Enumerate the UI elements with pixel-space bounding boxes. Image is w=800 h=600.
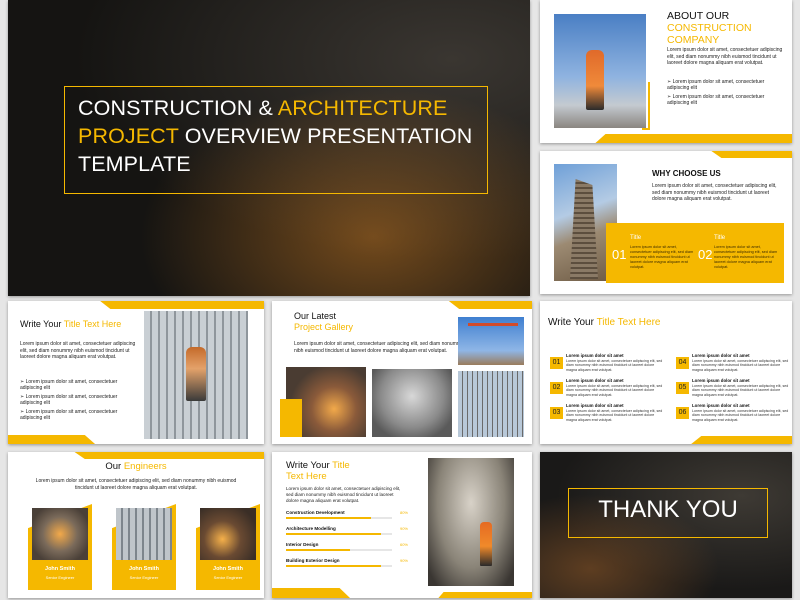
engineer-name: John Smith — [213, 566, 243, 572]
slide-engineers[interactable]: Our Engineers Lorem ipsum dolor sit amet… — [8, 452, 264, 598]
progress-percent: 90% — [399, 526, 408, 531]
slide-title[interactable]: CONSTRUCTION & ARCHITECTURE PROJECT OVER… — [8, 0, 530, 296]
progress-row: Building Exterior Design 90% — [286, 558, 408, 572]
progress-label: Interior Design — [286, 542, 319, 547]
photo-frame-accent — [642, 82, 650, 130]
why-item-text: Lorem ipsum dolor sit amet, consectetuer… — [630, 245, 694, 269]
item-title: Lorem ipsum dolor sit amet — [692, 353, 750, 358]
slide-body: Lorem ipsum dolor sit amet, consectetuer… — [20, 341, 136, 360]
item-title: Lorem ipsum dolor sit amet — [692, 403, 750, 408]
tunnel-photo — [372, 369, 452, 437]
item-title: Lorem ipsum dolor sit amet — [566, 353, 624, 358]
bottom-yellow-band — [595, 134, 792, 143]
slide-write-title-2[interactable]: Write Your Title Text Here 01 Lorem ipsu… — [540, 301, 792, 444]
item-text: Lorem ipsum dolor sit amet, consectetuer… — [566, 359, 663, 372]
progress-label: Construction Development — [286, 510, 345, 515]
rebar-site-photo — [458, 371, 524, 437]
numbered-item: 05 Lorem ipsum dolor sit amet Lorem ipsu… — [676, 378, 792, 402]
item-number-badge: 02 — [550, 382, 563, 394]
why-item-text: Lorem ipsum dolor sit amet, consectetuer… — [714, 245, 778, 269]
why-item-number: 02 — [698, 247, 713, 262]
item-title: Lorem ipsum dolor sit amet — [566, 378, 624, 383]
numbered-item: 02 Lorem ipsum dolor sit amet Lorem ipsu… — [550, 378, 666, 402]
engineer-card: John Smith Senior Engineer — [196, 504, 260, 590]
why-title: WHY CHOOSE US — [652, 169, 721, 178]
why-item-title: Title — [630, 235, 642, 241]
slide-write-title-1[interactable]: Write Your Title Text Here Lorem ipsum d… — [8, 301, 264, 444]
progress-label: Building Exterior Design — [286, 558, 340, 563]
thank-you-text: THANK YOU — [598, 496, 738, 523]
numbered-item: 06 Lorem ipsum dolor sit amet Lorem ipsu… — [676, 403, 792, 427]
gallery-yellow-accent — [280, 399, 302, 437]
surveyor-figure — [586, 50, 604, 110]
top-yellow-band — [8, 452, 264, 459]
about-title: ABOUT OUR CONSTRUCTION COMPANY — [667, 10, 752, 46]
gallery-body: Lorem ipsum dolor sit amet, consectetuer… — [294, 341, 464, 354]
slide-gallery[interactable]: Our Latest Project Gallery Lorem ipsum d… — [272, 301, 532, 444]
slide-why-choose[interactable]: WHY CHOOSE US Lorem ipsum dolor sit amet… — [540, 151, 792, 294]
main-title: CONSTRUCTION & ARCHITECTURE PROJECT OVER… — [78, 96, 473, 176]
item-title: Lorem ipsum dolor sit amet — [566, 403, 624, 408]
progress-row: Construction Development 80% — [286, 510, 408, 524]
item-text: Lorem ipsum dolor sit amet, consectetuer… — [566, 409, 663, 422]
slide-title: Write Your Title Text Here — [20, 319, 122, 329]
item-number-badge: 03 — [550, 407, 563, 419]
engineer-card: John Smith Senior Engineer — [112, 504, 176, 590]
progress-body: Lorem ipsum dolor sit amet, consectetuer… — [286, 486, 401, 503]
progress-percent: 80% — [399, 510, 408, 515]
item-number-badge: 04 — [676, 357, 689, 369]
engineer-role: Senior Engineer — [129, 575, 159, 580]
progress-fill — [286, 533, 382, 535]
railway-tunnel-photo — [428, 458, 514, 586]
about-bullets: ➢ Lorem ipsum dolor sit amet, consectetu… — [667, 79, 765, 106]
numbered-item: 01 Lorem ipsum dolor sit amet Lorem ipsu… — [550, 353, 666, 377]
numbered-item: 04 Lorem ipsum dolor sit amet Lorem ipsu… — [676, 353, 792, 377]
progress-percent: 60% — [399, 542, 408, 547]
slide-about[interactable]: ABOUT OUR CONSTRUCTION COMPANY Lorem ips… — [540, 0, 792, 143]
top-yellow-band — [540, 151, 792, 158]
slide-bullets: ➢ Lorem ipsum dolor sit amet, consectetu… — [20, 379, 118, 421]
item-number-badge: 06 — [676, 407, 689, 419]
why-item-number: 01 — [612, 247, 627, 262]
engineer-photo — [200, 508, 256, 560]
item-text: Lorem ipsum dolor sit amet, consectetuer… — [692, 384, 789, 397]
gallery-title: Our Latest Project Gallery — [294, 311, 354, 332]
progress-fill — [286, 517, 371, 519]
top-yellow-band — [8, 301, 264, 309]
item-number-badge: 01 — [550, 357, 563, 369]
item-text: Lorem ipsum dolor sit amet, consectetuer… — [692, 409, 789, 422]
progress-fill — [286, 565, 382, 567]
why-body: Lorem ipsum dolor sit amet, consectetuer… — [652, 183, 777, 202]
engineers-title: Our Engineers — [105, 461, 167, 472]
engineer-name: John Smith — [45, 566, 75, 572]
progress-row: Architecture Modelling 90% — [286, 526, 408, 540]
top-yellow-band — [272, 301, 532, 309]
item-number-badge: 05 — [676, 382, 689, 394]
about-body: Lorem ipsum dolor sit amet, consectetuer… — [667, 47, 783, 66]
slide-title: Write Your Title Text Here — [286, 460, 350, 482]
worker-figure — [186, 347, 206, 401]
item-title: Lorem ipsum dolor sit amet — [692, 378, 750, 383]
slide-progress[interactable]: Write Your Title Text Here Lorem ipsum d… — [272, 452, 532, 598]
progress-fill — [286, 549, 350, 551]
rail-worker-figure — [480, 522, 492, 566]
slide-thank-you[interactable]: THANK YOU — [540, 452, 792, 598]
engineer-role: Senior Engineer — [45, 575, 75, 580]
bottom-yellow-band — [691, 436, 792, 444]
progress-row: Interior Design 60% — [286, 542, 408, 556]
progress-label: Architecture Modelling — [286, 526, 336, 531]
numbered-item: 03 Lorem ipsum dolor sit amet Lorem ipsu… — [550, 403, 666, 427]
item-text: Lorem ipsum dolor sit amet, consectetuer… — [566, 384, 663, 397]
engineers-body: Lorem ipsum dolor sit amet, consectetuer… — [35, 478, 237, 491]
why-item-title: Title — [714, 235, 726, 241]
item-text: Lorem ipsum dolor sit amet, consectetuer… — [692, 359, 789, 372]
engineer-name: John Smith — [129, 566, 159, 572]
slide-title: Write Your Title Text Here — [548, 317, 661, 328]
engineer-role: Senior Engineer — [213, 575, 243, 580]
engineer-photo — [116, 508, 172, 560]
crane-shape — [468, 323, 518, 326]
engineer-card: John Smith Senior Engineer — [28, 504, 92, 590]
progress-percent: 90% — [399, 558, 408, 563]
engineer-photo — [32, 508, 88, 560]
